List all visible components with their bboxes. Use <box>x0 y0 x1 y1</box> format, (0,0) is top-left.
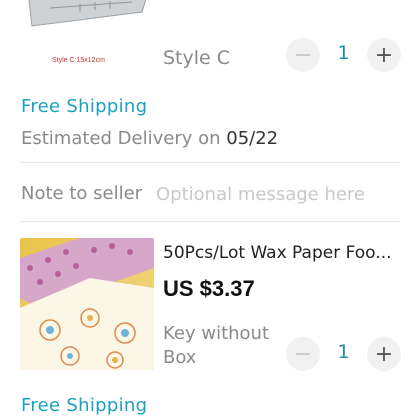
cart-item-2: 50Pcs/Lot Wax Paper Foo... US $3.37 Key … <box>0 0 420 420</box>
product-price: US $3.37 <box>163 276 255 301</box>
wax-paper-image <box>20 238 154 370</box>
plus-icon[interactable]: + <box>367 337 401 371</box>
minus-icon[interactable]: − <box>286 337 320 371</box>
quantity-stepper: − 1 + <box>286 337 401 371</box>
product-title[interactable]: 50Pcs/Lot Wax Paper Foo... <box>163 243 398 263</box>
product-image[interactable] <box>20 238 154 370</box>
quantity-value[interactable]: 1 <box>320 341 367 363</box>
item-option: Key without Box <box>163 323 270 368</box>
free-shipping-label: Free Shipping <box>21 395 148 416</box>
